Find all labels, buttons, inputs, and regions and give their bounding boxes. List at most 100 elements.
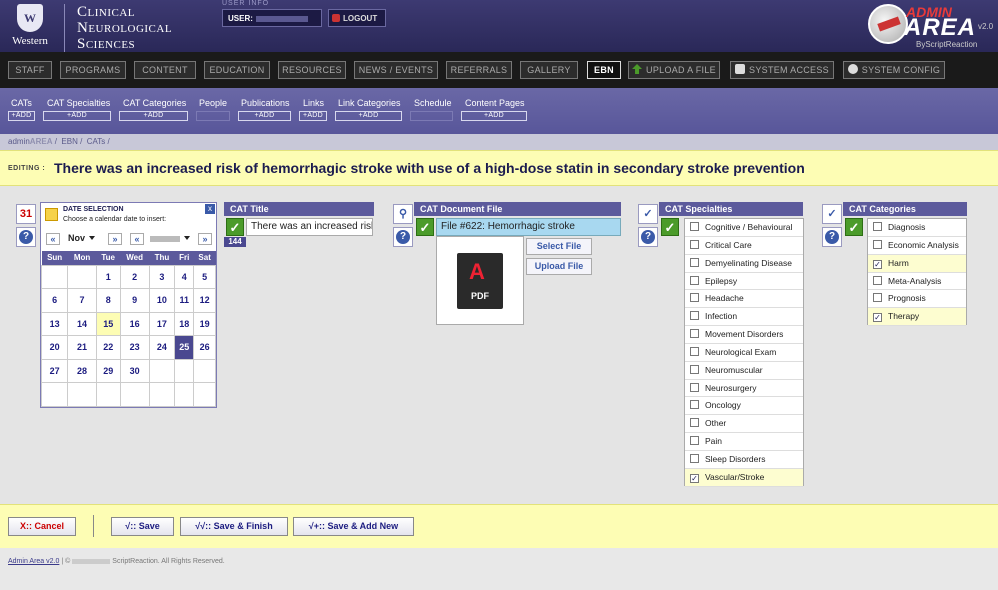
breadcrumb-admin[interactable]: admin bbox=[8, 137, 30, 146]
checkbox-list-icon[interactable]: ✓ bbox=[638, 204, 658, 224]
calendar-day[interactable]: 24 bbox=[148, 335, 176, 360]
breadcrumb-cats[interactable]: CATs bbox=[87, 137, 106, 146]
nav-staff[interactable]: STAFF bbox=[8, 61, 52, 79]
checkbox-checked[interactable]: ✓ bbox=[873, 313, 882, 323]
specialty-option[interactable]: Neurosurgery bbox=[685, 380, 803, 398]
subnav-publications[interactable]: Publications bbox=[241, 98, 290, 108]
nav-programs[interactable]: PROGRAMS bbox=[60, 61, 126, 79]
checkbox[interactable] bbox=[873, 239, 882, 249]
calendar-day[interactable]: 26 bbox=[193, 335, 216, 360]
subnav-cat-categories[interactable]: CAT Categories bbox=[123, 98, 186, 108]
calendar-day[interactable]: 28 bbox=[67, 358, 97, 383]
checkbox[interactable] bbox=[690, 453, 699, 463]
specialty-option[interactable]: Critical Care bbox=[685, 237, 803, 255]
save-finish-button[interactable]: √√:: Save & Finish bbox=[180, 517, 288, 536]
specialty-option[interactable]: Sleep Disorders bbox=[685, 451, 803, 469]
logout-button[interactable]: LOGOUT bbox=[328, 9, 386, 27]
checkbox[interactable] bbox=[873, 293, 882, 303]
nav-news-events[interactable]: NEWS / EVENTS bbox=[354, 61, 438, 79]
cancel-button[interactable]: X:: Cancel bbox=[8, 517, 76, 536]
checkbox[interactable] bbox=[873, 222, 882, 231]
checkbox[interactable] bbox=[690, 329, 699, 339]
specialty-option[interactable]: Neuromuscular bbox=[685, 362, 803, 380]
category-option[interactable]: Prognosis bbox=[868, 290, 966, 309]
save-button[interactable]: √:: Save bbox=[111, 517, 174, 536]
select-file-button[interactable]: Select File bbox=[526, 238, 592, 255]
calendar-day[interactable]: 1 bbox=[95, 264, 121, 289]
checkbox-checked[interactable]: ✓ bbox=[690, 473, 699, 483]
subnav-content-pages[interactable]: Content Pages bbox=[465, 98, 525, 108]
calendar-day[interactable]: 15 bbox=[95, 311, 121, 336]
checkbox[interactable] bbox=[690, 293, 699, 303]
checkbox[interactable] bbox=[690, 311, 699, 321]
subnav-link-categories[interactable]: Link Categories bbox=[338, 98, 401, 108]
nav-content[interactable]: CONTENT bbox=[134, 61, 196, 79]
help-icon[interactable]: ? bbox=[393, 227, 413, 247]
help-icon[interactable]: ? bbox=[638, 227, 658, 247]
specialty-option[interactable]: Oncology bbox=[685, 397, 803, 416]
calendar-day[interactable]: 14 bbox=[67, 311, 97, 336]
next-month-button[interactable]: » bbox=[108, 233, 122, 245]
footer-link[interactable]: Admin Area v2.0 bbox=[8, 558, 59, 565]
pdf-preview[interactable]: A PDF bbox=[436, 236, 524, 325]
calendar-day[interactable]: 29 bbox=[95, 358, 121, 383]
prev-year-button[interactable]: « bbox=[130, 233, 144, 245]
category-option[interactable]: Meta-Analysis bbox=[868, 273, 966, 291]
category-option[interactable]: ✓ Therapy bbox=[868, 308, 966, 327]
specialty-option[interactable]: Movement Disorders bbox=[685, 326, 803, 344]
breadcrumb-area[interactable]: AREA bbox=[30, 137, 53, 146]
specialty-option[interactable]: Cognitive / Behavioural bbox=[685, 219, 803, 237]
calendar-day[interactable]: 20 bbox=[40, 335, 69, 360]
close-icon[interactable]: x bbox=[205, 204, 215, 214]
specialty-option[interactable]: ✓ Vascular/Stroke bbox=[685, 468, 803, 487]
checkbox[interactable] bbox=[873, 275, 882, 285]
western-logo[interactable]: W Western bbox=[8, 4, 52, 50]
category-option[interactable]: ✓ Harm bbox=[868, 254, 966, 273]
calendar-day[interactable]: 19 bbox=[193, 311, 216, 336]
checkbox[interactable] bbox=[690, 364, 699, 374]
calendar-day[interactable]: 11 bbox=[174, 288, 195, 313]
specialty-option[interactable]: Epilepsy bbox=[685, 273, 803, 291]
specialty-option[interactable]: Neurological Exam bbox=[685, 344, 803, 362]
checkbox-checked[interactable]: ✓ bbox=[873, 259, 882, 269]
nav-system-config[interactable]: SYSTEM CONFIG bbox=[843, 61, 945, 79]
calendar-day[interactable]: 8 bbox=[95, 288, 121, 313]
calendar-day[interactable]: 6 bbox=[40, 288, 69, 313]
calendar-day[interactable]: 3 bbox=[148, 264, 176, 289]
nav-referrals[interactable]: REFERRALS bbox=[446, 61, 512, 79]
subnav-cat-specialties-add[interactable]: +ADD bbox=[43, 111, 111, 121]
subnav-publications-add[interactable]: +ADD bbox=[238, 111, 291, 121]
calendar-day[interactable]: 10 bbox=[148, 288, 176, 313]
prev-month-button[interactable]: « bbox=[46, 233, 60, 245]
subnav-cat-categories-add[interactable]: +ADD bbox=[119, 111, 188, 121]
nav-upload-file[interactable]: UPLOAD A FILE bbox=[628, 61, 720, 79]
year-select[interactable] bbox=[150, 233, 190, 245]
subnav-cats-add[interactable]: +ADD bbox=[8, 111, 35, 121]
calendar-icon[interactable]: 31 bbox=[16, 204, 36, 224]
checkbox[interactable] bbox=[690, 382, 699, 392]
calendar-day[interactable]: 27 bbox=[40, 358, 69, 383]
calendar-day[interactable]: 4 bbox=[174, 264, 195, 289]
calendar-day[interactable]: 21 bbox=[67, 335, 97, 360]
subnav-cat-specialties[interactable]: CAT Specialties bbox=[47, 98, 110, 108]
nav-resources[interactable]: RESOURCES bbox=[278, 61, 346, 79]
subnav-content-pages-add[interactable]: +ADD bbox=[461, 111, 527, 121]
help-icon[interactable]: ? bbox=[822, 227, 842, 247]
calendar-day[interactable]: 2 bbox=[119, 264, 150, 289]
checkbox[interactable] bbox=[690, 239, 699, 249]
subnav-people[interactable]: People bbox=[199, 98, 227, 108]
specialty-option[interactable]: Infection bbox=[685, 308, 803, 327]
calendar-day[interactable]: 16 bbox=[119, 311, 150, 336]
specialty-option[interactable]: Pain bbox=[685, 433, 803, 451]
checkbox-list-icon[interactable]: ✓ bbox=[822, 204, 842, 224]
calendar-day[interactable]: 9 bbox=[119, 288, 150, 313]
subnav-links-add[interactable]: +ADD bbox=[299, 111, 327, 121]
subnav-cats[interactable]: CATs bbox=[11, 98, 32, 108]
subnav-schedule[interactable]: Schedule bbox=[414, 98, 452, 108]
calendar-day[interactable]: 30 bbox=[119, 358, 150, 383]
help-icon[interactable]: ? bbox=[16, 227, 36, 247]
specialty-option[interactable]: Other bbox=[685, 415, 803, 434]
next-year-button[interactable]: » bbox=[198, 233, 212, 245]
magnifier-icon[interactable]: ⚲ bbox=[393, 204, 413, 224]
checkbox[interactable] bbox=[690, 222, 699, 231]
